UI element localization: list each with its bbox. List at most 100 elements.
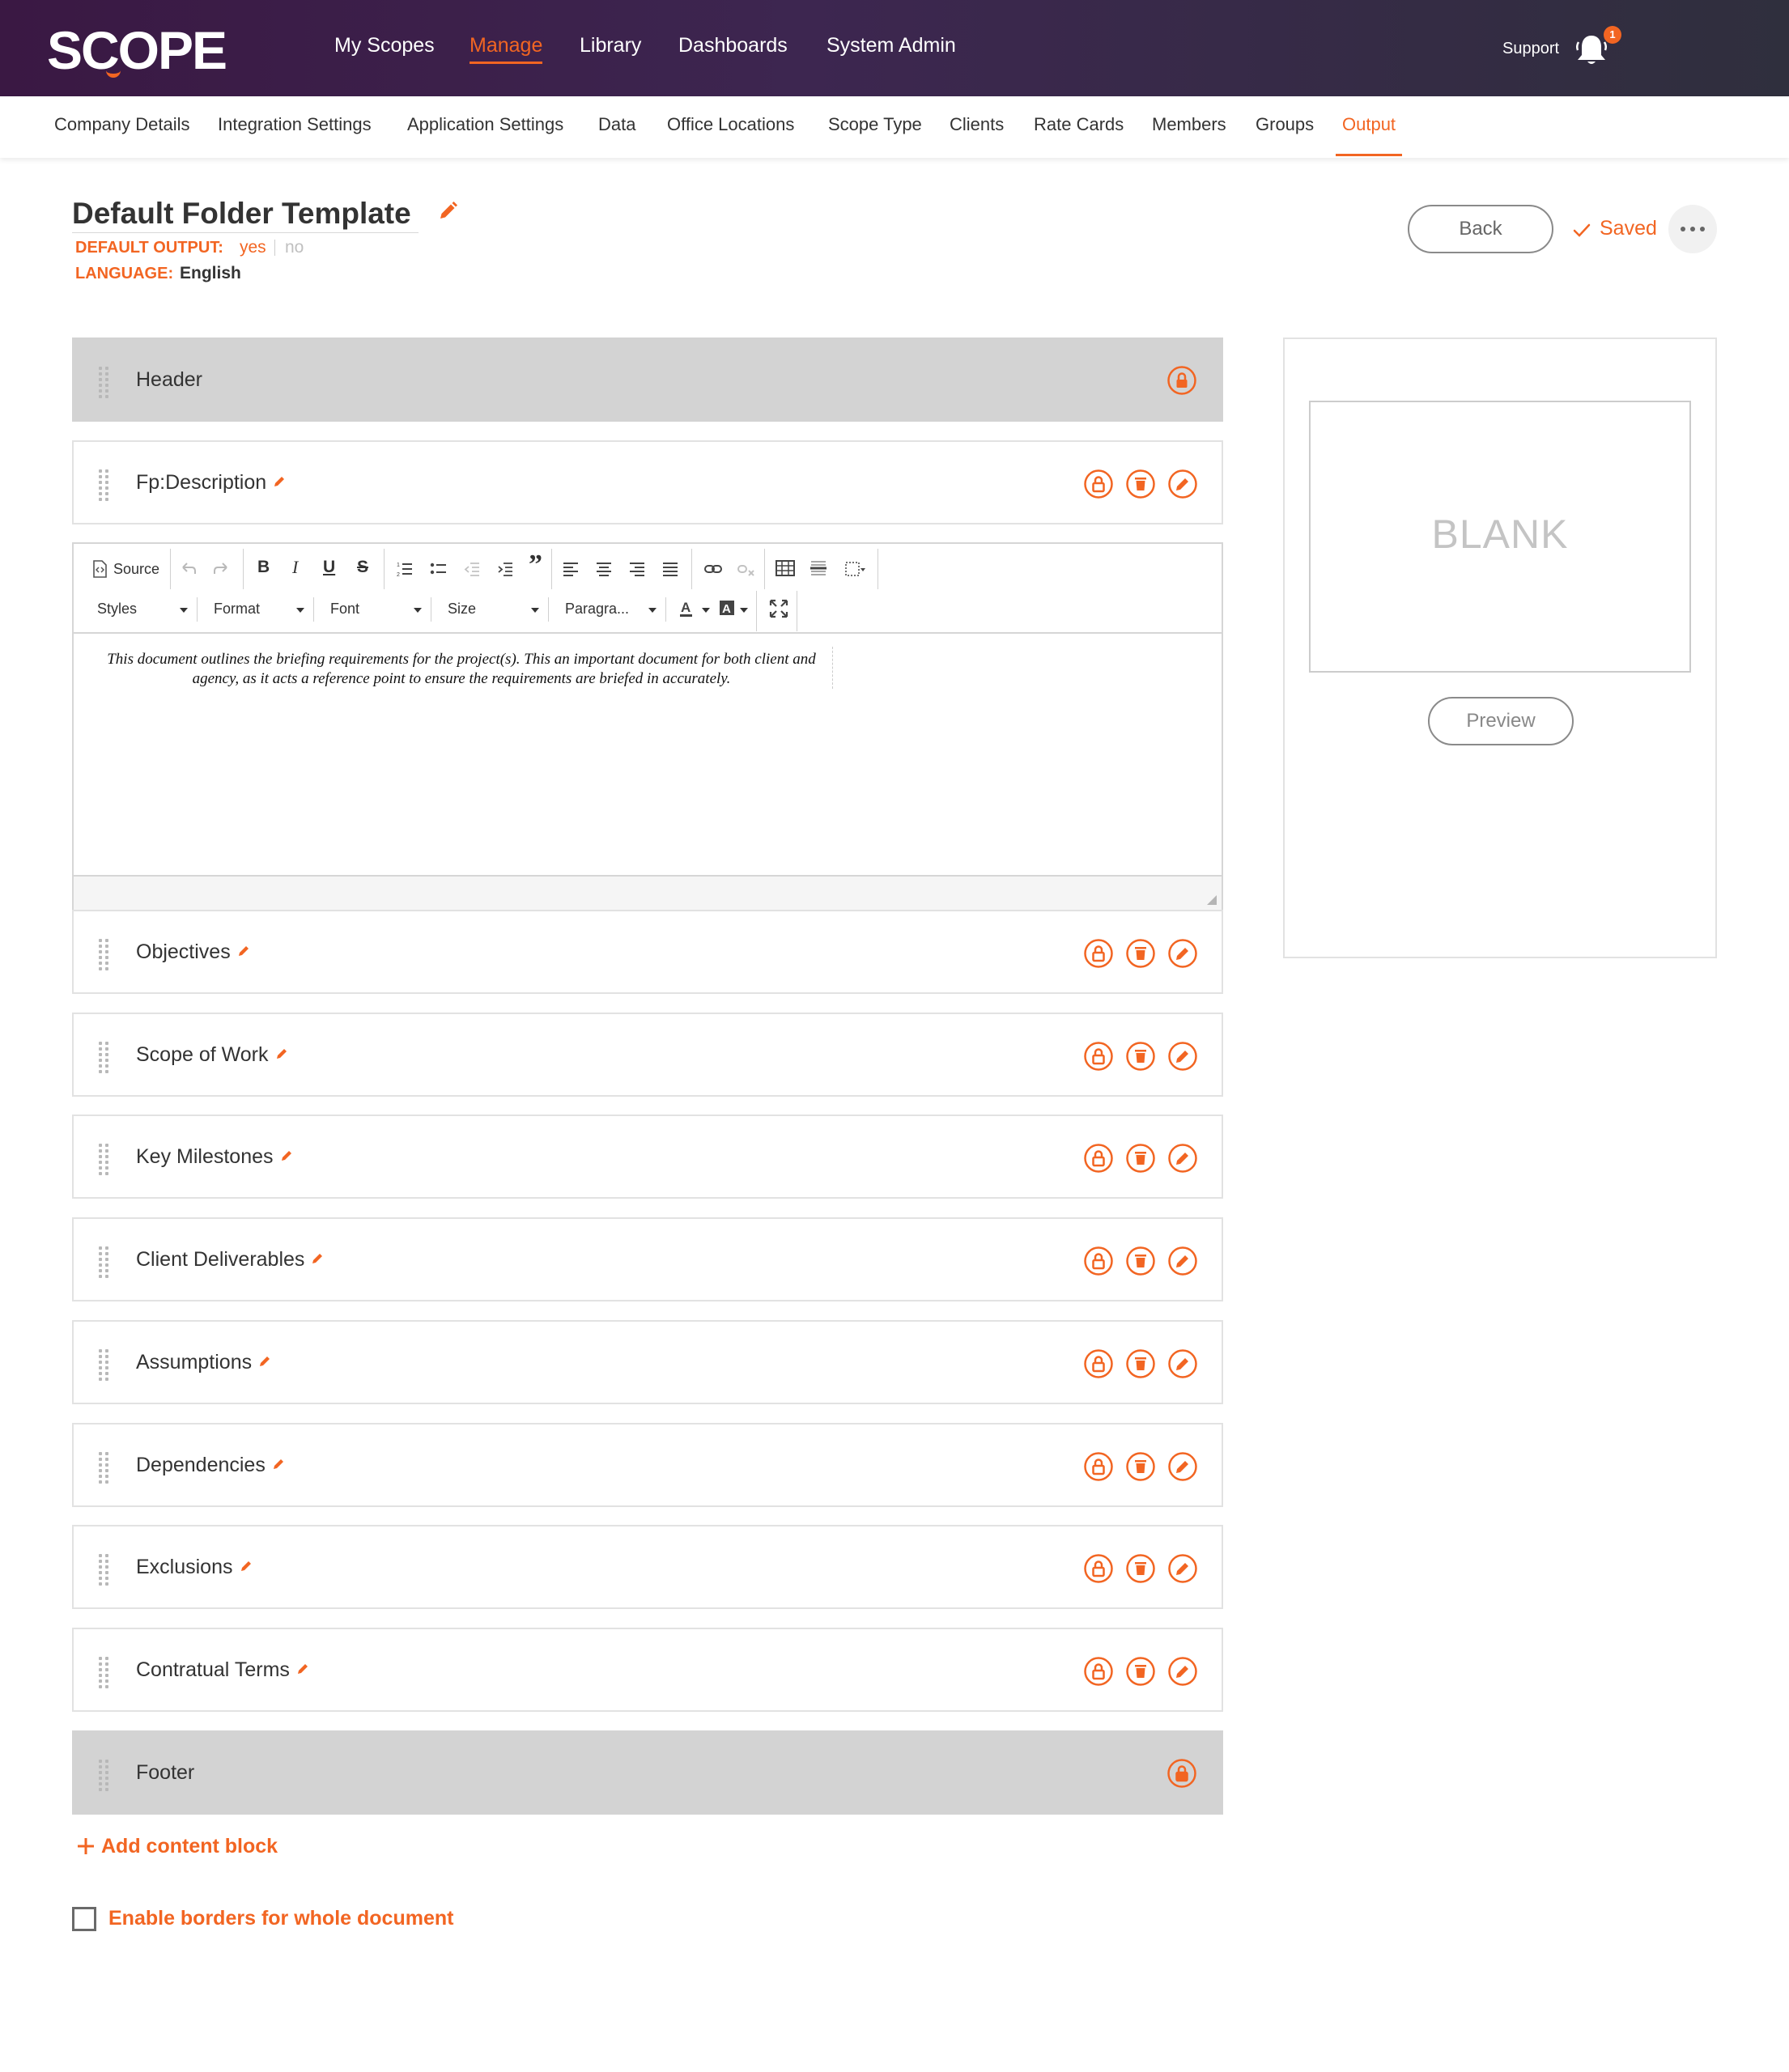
- nav-library[interactable]: Library: [580, 0, 641, 96]
- justify-icon[interactable]: [661, 559, 680, 579]
- enable-borders-label[interactable]: Enable borders for whole document: [108, 1905, 453, 1931]
- delete-trash-icon[interactable]: [1125, 1246, 1156, 1276]
- back-button[interactable]: Back: [1408, 205, 1553, 253]
- background-color-icon[interactable]: A: [719, 599, 738, 618]
- rename-pencil-icon[interactable]: [311, 1252, 324, 1265]
- default-output-yes[interactable]: yes: [240, 237, 266, 258]
- edit-pencil-icon[interactable]: [1167, 1246, 1198, 1276]
- subnav-scope-type[interactable]: Scope Type: [828, 96, 922, 153]
- format-dropdown[interactable]: Format: [214, 599, 260, 618]
- editor-content-text[interactable]: This document outlines the briefing requ…: [96, 650, 827, 689]
- support-link[interactable]: Support: [1502, 0, 1559, 98]
- lock-icon[interactable]: [1166, 365, 1197, 396]
- lock-icon[interactable]: [1166, 1758, 1197, 1789]
- styles-dropdown[interactable]: Styles: [97, 599, 137, 618]
- horizontal-rule-icon[interactable]: [809, 558, 828, 578]
- size-dropdown[interactable]: Size: [448, 599, 476, 618]
- more-options-button[interactable]: [1668, 205, 1717, 253]
- bullet-list-icon[interactable]: [429, 559, 448, 579]
- rename-pencil-icon[interactable]: [272, 1458, 285, 1471]
- rename-pencil-icon[interactable]: [258, 1355, 271, 1368]
- content-block-fp-description[interactable]: Fp:Description: [72, 440, 1223, 524]
- decrease-indent-icon[interactable]: [462, 559, 482, 579]
- source-icon[interactable]: [91, 560, 108, 578]
- paragraph-dropdown[interactable]: Paragra...: [565, 599, 629, 618]
- subnav-groups[interactable]: Groups: [1256, 96, 1314, 153]
- rename-pencil-icon[interactable]: [275, 1047, 288, 1060]
- nav-dashboards[interactable]: Dashboards: [678, 0, 788, 96]
- edit-pencil-icon[interactable]: [1167, 1451, 1198, 1482]
- rename-pencil-icon[interactable]: [237, 945, 250, 957]
- unlock-icon[interactable]: [1083, 1143, 1114, 1174]
- table-icon[interactable]: [775, 558, 796, 578]
- content-block-exclusions[interactable]: Exclusions: [72, 1525, 1223, 1609]
- editor-content-area[interactable]: This document outlines the briefing requ…: [74, 634, 1222, 875]
- drag-handle-icon[interactable]: [99, 1554, 110, 1586]
- delete-trash-icon[interactable]: [1125, 1348, 1156, 1379]
- content-block-dependencies[interactable]: Dependencies: [72, 1423, 1223, 1507]
- edit-pencil-icon[interactable]: [1167, 1553, 1198, 1584]
- drag-handle-icon[interactable]: [99, 1452, 110, 1484]
- italic-icon[interactable]: I: [292, 558, 298, 577]
- delete-trash-icon[interactable]: [1125, 469, 1156, 499]
- strikethrough-icon[interactable]: S: [357, 558, 368, 577]
- font-dropdown[interactable]: Font: [330, 599, 359, 618]
- drag-handle-icon[interactable]: [99, 1246, 110, 1278]
- edit-pencil-icon[interactable]: [1167, 1348, 1198, 1379]
- align-left-icon[interactable]: [561, 559, 580, 579]
- undo-icon[interactable]: [179, 559, 198, 579]
- content-block-client-deliverables[interactable]: Client Deliverables: [72, 1217, 1223, 1301]
- rename-pencil-icon[interactable]: [240, 1560, 253, 1573]
- underline-icon[interactable]: U: [323, 558, 335, 577]
- source-button[interactable]: Source: [113, 559, 159, 579]
- drag-handle-icon[interactable]: [99, 1042, 110, 1073]
- drag-handle-icon[interactable]: [99, 1657, 110, 1688]
- content-block-objectives[interactable]: Objectives: [72, 910, 1223, 994]
- content-block-scope-of-work[interactable]: Scope of Work: [72, 1013, 1223, 1097]
- delete-trash-icon[interactable]: [1125, 1656, 1156, 1687]
- unlock-icon[interactable]: [1083, 1041, 1114, 1072]
- delete-trash-icon[interactable]: [1125, 1041, 1156, 1072]
- numbered-list-icon[interactable]: 12: [395, 559, 414, 579]
- bold-icon[interactable]: B: [257, 558, 270, 577]
- edit-title-pencil-icon[interactable]: [437, 201, 458, 222]
- rename-pencil-icon[interactable]: [296, 1662, 309, 1675]
- edit-pencil-icon[interactable]: [1167, 1143, 1198, 1174]
- delete-trash-icon[interactable]: [1125, 1553, 1156, 1584]
- content-block-footer[interactable]: Footer: [72, 1730, 1223, 1815]
- delete-trash-icon[interactable]: [1125, 1451, 1156, 1482]
- unlock-icon[interactable]: [1083, 1553, 1114, 1584]
- content-block-assumptions[interactable]: Assumptions: [72, 1320, 1223, 1404]
- drag-handle-icon[interactable]: [99, 1760, 110, 1791]
- subnav-members[interactable]: Members: [1152, 96, 1226, 153]
- default-output-no[interactable]: no: [285, 237, 304, 258]
- edit-pencil-icon[interactable]: [1167, 1041, 1198, 1072]
- drag-handle-icon[interactable]: [99, 939, 110, 970]
- edit-pencil-icon[interactable]: [1167, 938, 1198, 969]
- blockquote-icon[interactable]: ”: [529, 551, 542, 579]
- content-block-key-milestones[interactable]: Key Milestones: [72, 1115, 1223, 1199]
- unlock-icon[interactable]: [1083, 1656, 1114, 1687]
- content-block-header[interactable]: Header: [72, 338, 1223, 422]
- subnav-clients[interactable]: Clients: [950, 96, 1004, 153]
- edit-pencil-icon[interactable]: [1167, 469, 1198, 499]
- rename-pencil-icon[interactable]: [273, 475, 286, 488]
- unlock-icon[interactable]: [1083, 938, 1114, 969]
- resize-handle-icon[interactable]: [1207, 895, 1217, 905]
- show-blocks-icon[interactable]: [844, 559, 865, 579]
- drag-handle-icon[interactable]: [99, 1144, 110, 1175]
- content-block-contratual-terms[interactable]: Contratual Terms: [72, 1628, 1223, 1712]
- add-content-block-link[interactable]: Add content block: [101, 1833, 278, 1859]
- subnav-output[interactable]: Output: [1336, 96, 1403, 156]
- drag-handle-icon[interactable]: [99, 367, 110, 398]
- nav-system-admin[interactable]: System Admin: [827, 0, 956, 96]
- delete-trash-icon[interactable]: [1125, 938, 1156, 969]
- delete-trash-icon[interactable]: [1125, 1143, 1156, 1174]
- nav-manage[interactable]: Manage: [470, 0, 543, 96]
- increase-indent-icon[interactable]: [495, 559, 515, 579]
- unlock-icon[interactable]: [1083, 1348, 1114, 1379]
- drag-handle-icon[interactable]: [99, 469, 110, 501]
- text-color-icon[interactable]: A: [679, 599, 699, 618]
- subnav-integration-settings[interactable]: Integration Settings: [218, 96, 372, 153]
- align-center-icon[interactable]: [594, 559, 614, 579]
